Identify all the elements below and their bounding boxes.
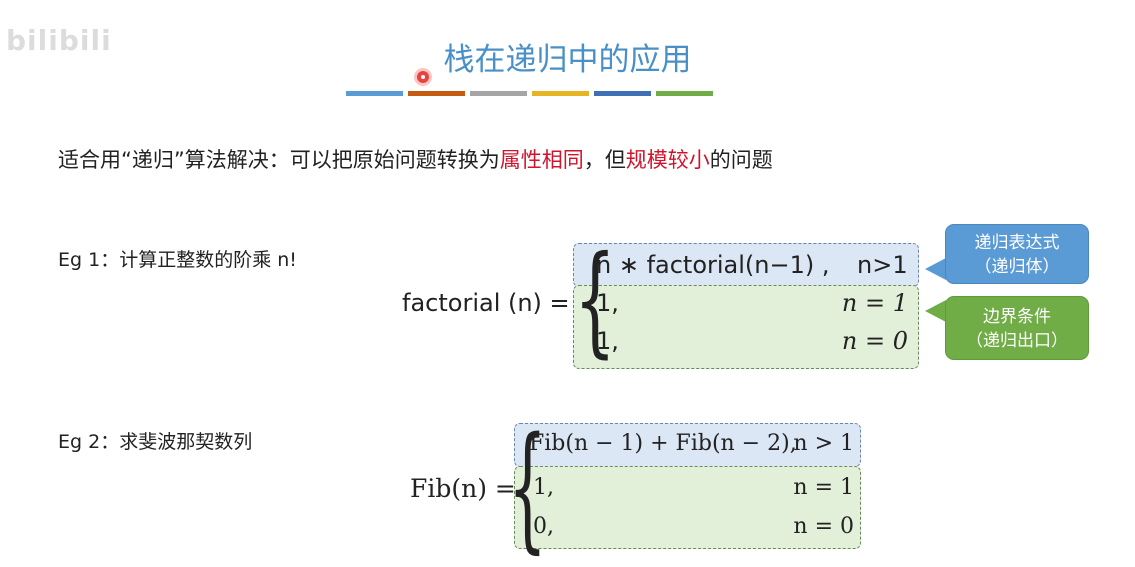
boundary-callout-line-1: 边界条件 [983, 307, 1051, 327]
intro-highlight-1: 属性相同 [499, 148, 584, 172]
example-2-label: Eg 2：求斐波那契数列 [58, 431, 253, 453]
title-bar-6 [656, 91, 713, 96]
intro-part-1: 适合用“递归”算法解决：可以把原始问题转换为 [58, 148, 500, 172]
fib-case-2-cond: n = 1 [793, 475, 854, 500]
intro-text: 适合用“递归”算法解决：可以把原始问题转换为属性相同，但规模较小的问题 [58, 144, 773, 174]
fib-recursive-case-box: Fib(n − 1) + Fib(n − 2), n > 1 [514, 423, 861, 467]
intro-part-3: 的问题 [709, 148, 773, 172]
title-bar-5 [594, 91, 651, 96]
fib-lhs: Fib(n) = [410, 474, 516, 503]
intro-part-2: ，但 [583, 148, 626, 172]
fib-base-case-box: 1, n = 1 0, n = 0 [514, 466, 861, 549]
fib-case-3-cond: n = 0 [793, 514, 854, 539]
example-1-label: Eg 1：计算正整数的阶乘 n! [58, 249, 297, 271]
title-color-bars [346, 91, 713, 96]
recursive-callout-line-1: 递归表达式 [974, 233, 1060, 253]
recursive-callout-line-2: （递归体） [974, 257, 1060, 277]
title-bar-2 [408, 91, 465, 96]
factorial-brace: { [574, 231, 616, 370]
fib-case-1-expr: Fib(n − 1) + Fib(n − 2), [529, 431, 797, 456]
intro-highlight-2: 规模较小 [625, 148, 710, 172]
factorial-lhs: factorial (n) = [402, 289, 570, 317]
factorial-case-3-cond: n = 0 [841, 327, 908, 355]
boundary-condition-callout: 边界条件 （递归出口） [945, 296, 1089, 360]
factorial-base-case-box: 1, n = 1 1, n = 0 [573, 285, 919, 369]
boundary-callout-pointer [925, 300, 946, 322]
title-bar-4 [532, 91, 589, 96]
recursive-body-callout: 递归表达式 （递归体） [945, 224, 1089, 284]
fib-case-1-cond: n > 1 [793, 431, 854, 456]
laser-pointer-icon [417, 71, 429, 83]
factorial-case-1-expr: n ∗ factorial(n−1) , [596, 251, 830, 279]
title-bar-3 [470, 91, 527, 96]
factorial-case-2-cond: n = 1 [841, 289, 908, 317]
title-bar-1 [346, 91, 403, 96]
factorial-recursive-case-box: n ∗ factorial(n−1) , n>1 [573, 243, 919, 287]
fib-brace: { [508, 409, 547, 567]
recursive-callout-pointer [925, 258, 946, 280]
slide-title: 栈在递归中的应用 [443, 42, 692, 78]
boundary-callout-line-2: （递归出口） [966, 331, 1068, 351]
factorial-case-1-cond: n>1 [857, 251, 908, 279]
